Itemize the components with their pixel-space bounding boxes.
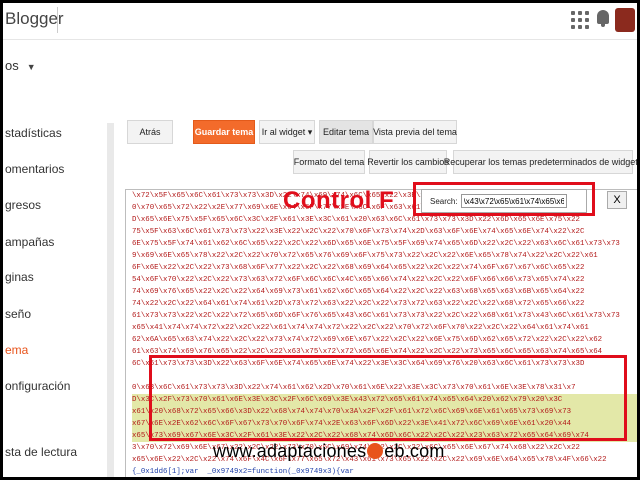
chevron-down-icon: ▼	[26, 62, 36, 72]
code-line: 6F\x6E\x22\x2C\x22\x73\x68\x6F\x77\x22\x…	[132, 264, 585, 272]
code-line: 74\x22\x2C\x22\x64\x61\x74\x61\x2D\x73\x…	[132, 300, 585, 308]
format-theme-button[interactable]: Formato del tema	[293, 150, 365, 174]
sidebar-item-campaigns[interactable]: ampañas	[5, 235, 54, 249]
code-line: D\x3C\x2F\x73\x70\x61\x6E\x3E\x3C\x2F\x6…	[132, 394, 637, 406]
code-lines: \x72\x5F\x65\x6C\x61\x73\x73\x3D\x22\x74…	[132, 190, 637, 477]
watermark-prefix: www.adaptaciones	[213, 441, 367, 461]
find-bar: Search:	[421, 189, 587, 213]
save-theme-button[interactable]: Guardar tema	[193, 120, 255, 144]
notifications-bell-icon[interactable]	[597, 10, 609, 27]
blog-selector[interactable]: os ▼	[5, 58, 36, 73]
divider	[57, 7, 58, 33]
code-line: D\x65\x6E\x75\x5F\x65\x6C\x3C\x2F\x61\x3…	[132, 216, 580, 224]
code-line: 75\x5F\x63\x6C\x61\x73\x73\x22\x3E\x22\x…	[132, 228, 585, 236]
code-line: {_0x1dd6[1];var _0x9749x2=function(_0x97…	[132, 468, 354, 476]
edit-theme-button[interactable]: Editar tema	[319, 120, 373, 144]
code-line: x67\x6E\x2E\x62\x6C\x6F\x67\x73\x70\x6F\…	[132, 418, 637, 430]
code-line: 6C\x61\x73\x73\x3D\x22\x63\x6F\x6E\x74\x…	[132, 360, 585, 368]
code-line: 54\x6F\x70\x22\x2C\x22\x73\x63\x72\x6F\x…	[132, 276, 585, 284]
avatar[interactable]	[615, 8, 635, 32]
sidebar-item-pages[interactable]: ginas	[5, 270, 34, 284]
preview-theme-button[interactable]: Vista previa del tema	[373, 120, 457, 144]
blogger-logo[interactable]: Blogger	[5, 9, 64, 29]
close-find-button[interactable]: X	[607, 191, 627, 209]
back-button[interactable]: Atrás	[127, 120, 173, 144]
code-line: 61\x73\x73\x22\x2C\x22\x72\x65\x6D\x6F\x…	[132, 312, 620, 320]
code-line: 9\x69\x6E\x65\x78\x22\x2C\x22\x70\x72\x6…	[132, 252, 598, 260]
watermark: www.adaptaciones eb.com	[213, 441, 445, 462]
annotation-label: Control F	[283, 187, 395, 214]
sidebar-item-earnings[interactable]: gresos	[5, 198, 41, 212]
apps-grid-icon[interactable]	[571, 11, 589, 29]
goto-widget-dropdown[interactable]: Ir al widget ▾	[259, 120, 315, 144]
code-line: x65\x41\x74\x74\x72\x22\x2C\x22\x61\x74\…	[132, 324, 589, 332]
sidebar-item-settings[interactable]: onfiguración	[5, 379, 70, 393]
sidebar: stadísticas omentarios gresos ampañas gi…	[3, 103, 107, 477]
code-line: 0\x63\x6C\x61\x73\x73\x3D\x22\x74\x61\x6…	[132, 384, 576, 392]
find-label: Search:	[430, 196, 458, 206]
sidebar-item-layout[interactable]: seño	[5, 307, 31, 321]
code-line: x61\x20\x68\x72\x65\x66\x3D\x22\x68\x74\…	[132, 406, 637, 418]
find-input[interactable]	[460, 194, 567, 208]
code-line: 61\x63\x74\x69\x76\x65\x22\x2C\x22\x63\x…	[132, 348, 603, 356]
sidebar-item-comments[interactable]: omentarios	[5, 162, 64, 176]
watermark-suffix: eb.com	[384, 441, 445, 461]
revert-changes-button[interactable]: Revertir los cambios	[367, 150, 449, 174]
ball-icon	[367, 443, 384, 459]
restore-default-widgets-button[interactable]: Recuperar los temas predeterminados de w…	[444, 150, 637, 174]
sidebar-item-stats[interactable]: stadísticas	[5, 126, 62, 140]
code-line: 6E\x75\x5F\x74\x61\x62\x6C\x65\x22\x2C\x…	[132, 240, 620, 248]
top-bar: Blogger	[3, 3, 637, 40]
sidebar-scrollbar[interactable]	[107, 123, 114, 477]
theme-code-editor[interactable]: \x72\x5F\x65\x6C\x61\x73\x73\x3D\x22\x74…	[125, 189, 637, 477]
sidebar-item-theme[interactable]: ema	[5, 343, 28, 357]
browser-screen: Blogger os ▼ stadísticas omentarios greso…	[0, 0, 640, 480]
blog-selector-label: os	[5, 58, 19, 73]
sidebar-item-reading-list[interactable]: sta de lectura	[5, 445, 77, 459]
code-line: 62\x6A\x65\x63\x74\x22\x2C\x22\x73\x74\x…	[132, 336, 603, 344]
code-line: 74\x69\x76\x65\x22\x2C\x22\x64\x69\x73\x…	[132, 288, 585, 296]
